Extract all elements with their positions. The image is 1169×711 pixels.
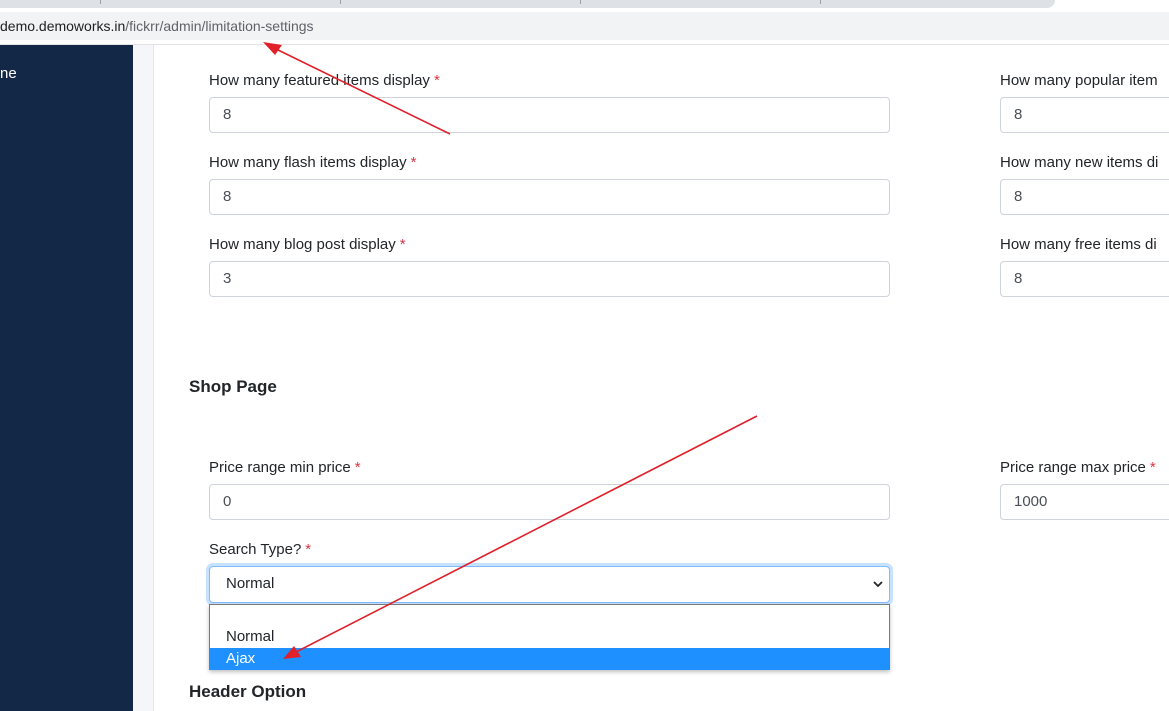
required-mark: * <box>305 541 312 558</box>
max-price-label: Price range max price * <box>1000 459 1156 476</box>
search-type-label: Search Type? * <box>209 541 312 558</box>
required-mark: * <box>433 72 440 89</box>
tab-separator <box>580 0 581 4</box>
header-option-heading: Header Option <box>189 682 307 701</box>
sidebar-item-home[interactable]: ne <box>0 65 17 82</box>
blog-post-input[interactable]: 3 <box>209 261 890 297</box>
new-items-input[interactable]: 8 <box>1000 179 1169 215</box>
option-ajax[interactable]: Ajax <box>210 648 889 670</box>
url-host: demo.demoworks.in <box>0 18 126 34</box>
browser-tabstrip <box>0 0 1169 10</box>
flash-items-label: How many flash items display * <box>209 154 417 171</box>
required-mark: * <box>354 459 361 476</box>
min-price-label: Price range min price * <box>209 459 361 476</box>
search-type-dropdown: Normal Ajax <box>209 604 890 670</box>
popular-items-label: How many popular item <box>1000 72 1158 89</box>
popular-items-input[interactable]: 8 <box>1000 97 1169 133</box>
free-items-label: How many free items di <box>1000 236 1157 253</box>
tab-separator <box>820 0 821 4</box>
free-items-input[interactable]: 8 <box>1000 261 1169 297</box>
admin-sidebar: ne <box>0 45 133 711</box>
blog-post-label: How many blog post display * <box>209 236 406 253</box>
min-price-input[interactable]: 0 <box>209 484 890 520</box>
new-items-label: How many new items di <box>1000 154 1159 171</box>
option-normal[interactable]: Normal <box>210 626 889 648</box>
tab-separator <box>100 0 101 4</box>
browser-tab[interactable] <box>0 0 1055 8</box>
featured-items-input[interactable]: 8 <box>209 97 890 133</box>
required-mark: * <box>1149 459 1156 476</box>
tab-separator <box>340 0 341 4</box>
flash-items-input[interactable]: 8 <box>209 179 890 215</box>
featured-items-label: How many featured items display * <box>209 72 440 89</box>
url-path: /fickrr/admin/limitation-settings <box>125 18 314 34</box>
required-mark: * <box>399 236 406 253</box>
browser-toolbar: demo.demoworks.in/fickrr/admin/limitatio… <box>0 10 1169 45</box>
chevron-down-icon <box>873 581 883 588</box>
shop-page-heading: Shop Page <box>189 377 277 396</box>
required-mark: * <box>410 154 417 171</box>
address-bar[interactable]: demo.demoworks.in/fickrr/admin/limitatio… <box>0 12 1169 40</box>
search-type-selected-value: Normal <box>226 575 275 592</box>
search-type-select[interactable]: Normal <box>209 566 890 603</box>
max-price-input[interactable]: 1000 <box>1000 484 1169 520</box>
